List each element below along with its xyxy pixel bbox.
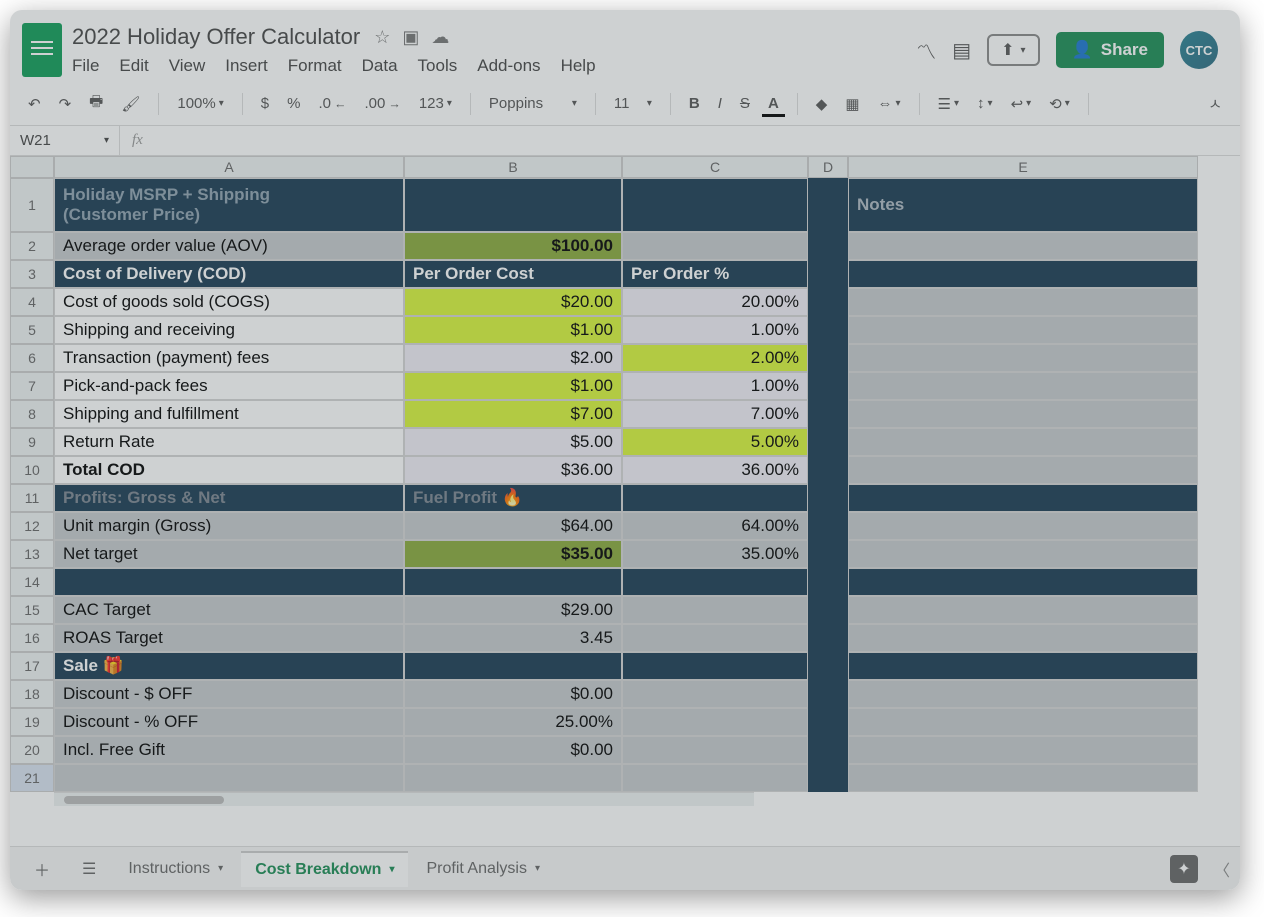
tab-profit-analysis[interactable]: Profit Analysis ▾: [412, 852, 554, 886]
move-icon[interactable]: ▣: [402, 27, 419, 48]
menu-help[interactable]: Help: [561, 56, 596, 76]
strike-icon[interactable]: S: [734, 93, 756, 114]
menu-addons[interactable]: Add-ons: [477, 56, 540, 76]
currency-icon[interactable]: $: [255, 93, 275, 114]
more-toolbar-icon[interactable]: ㅅ: [1202, 91, 1228, 116]
zoom-select[interactable]: 100% ▾: [171, 93, 229, 114]
text-color-icon[interactable]: A: [762, 93, 785, 114]
tab-instructions[interactable]: Instructions ▾: [114, 852, 237, 886]
document-title[interactable]: 2022 Holiday Offer Calculator: [72, 24, 360, 50]
fx-icon: fx: [120, 132, 155, 149]
sheets-logo-icon[interactable]: [22, 23, 62, 77]
menu-format[interactable]: Format: [288, 56, 342, 76]
col-header-A[interactable]: A: [54, 156, 404, 178]
present-button[interactable]: ⬆ ▾: [987, 34, 1039, 66]
menu-view[interactable]: View: [169, 56, 206, 76]
font-size-select[interactable]: 11 ▾: [608, 93, 658, 114]
sheet-tabs: ＋ ☰ Instructions ▾ Cost Breakdown ▾ Prof…: [10, 846, 1240, 890]
rotate-icon[interactable]: ⟲ ▾: [1043, 93, 1076, 115]
decrease-decimal-icon[interactable]: .0←: [312, 93, 352, 114]
share-button[interactable]: 👤Share: [1056, 32, 1164, 68]
col-header-B[interactable]: B: [404, 156, 622, 178]
paint-format-icon[interactable]: 🖌: [115, 93, 146, 115]
increase-decimal-icon[interactable]: .00→: [358, 93, 406, 114]
col-header-D[interactable]: D: [808, 156, 848, 178]
tab-cost-breakdown[interactable]: Cost Breakdown ▾: [241, 851, 408, 887]
italic-icon[interactable]: I: [712, 93, 728, 114]
col-header-C[interactable]: C: [622, 156, 808, 178]
print-icon[interactable]: 🖶: [83, 89, 109, 118]
activity-icon[interactable]: 〽: [916, 36, 936, 65]
toolbar: ↶ ↷ 🖶 🖌 100% ▾ $ % .0← .00→ 123▾ Poppins…: [10, 82, 1240, 126]
select-all-corner[interactable]: [10, 156, 54, 178]
bold-icon[interactable]: B: [683, 93, 706, 114]
v-align-icon[interactable]: ↕ ▾: [971, 93, 999, 114]
menu-edit[interactable]: Edit: [119, 56, 148, 76]
wrap-icon[interactable]: ↩ ▾: [1005, 93, 1038, 115]
font-select[interactable]: Poppins ▾: [483, 93, 583, 114]
menu-file[interactable]: File: [72, 56, 99, 76]
cell[interactable]: Holiday MSRP + Shipping(Customer Price): [54, 178, 404, 232]
cell[interactable]: Notes: [848, 178, 1198, 232]
all-sheets-icon[interactable]: ☰: [68, 851, 110, 887]
horizontal-scrollbar[interactable]: [54, 792, 754, 806]
number-format-select[interactable]: 123▾: [413, 93, 458, 114]
menu-insert[interactable]: Insert: [225, 56, 268, 76]
redo-icon[interactable]: ↷: [53, 93, 78, 115]
comment-icon[interactable]: ▤: [952, 38, 971, 63]
borders-icon[interactable]: ▦: [839, 93, 865, 115]
fill-color-icon[interactable]: ◆: [810, 93, 834, 115]
spreadsheet-grid[interactable]: A B C D E 1 Holiday MSRP + Shipping(Cust…: [10, 156, 1240, 792]
explore-icon[interactable]: ✦: [1170, 855, 1198, 883]
cloud-icon[interactable]: ☁: [431, 27, 449, 48]
col-header-E[interactable]: E: [848, 156, 1198, 178]
account-avatar[interactable]: CTC: [1180, 31, 1218, 69]
add-sheet-icon[interactable]: ＋: [20, 849, 64, 889]
star-icon[interactable]: ☆: [374, 27, 390, 48]
percent-icon[interactable]: %: [281, 93, 306, 114]
h-align-icon[interactable]: ☰ ▾: [932, 93, 965, 115]
row-header[interactable]: 1: [10, 178, 54, 232]
menu-data[interactable]: Data: [362, 56, 398, 76]
menu-tools[interactable]: Tools: [418, 56, 458, 76]
merge-icon[interactable]: ⇔ ▾: [872, 93, 907, 114]
name-box[interactable]: W21▾: [10, 126, 120, 155]
undo-icon[interactable]: ↶: [22, 93, 47, 115]
chevron-left-icon[interactable]: 〈: [1214, 857, 1230, 881]
lock-icon: 👤: [1072, 40, 1093, 60]
menu-bar: File Edit View Insert Format Data Tools …: [72, 56, 916, 76]
